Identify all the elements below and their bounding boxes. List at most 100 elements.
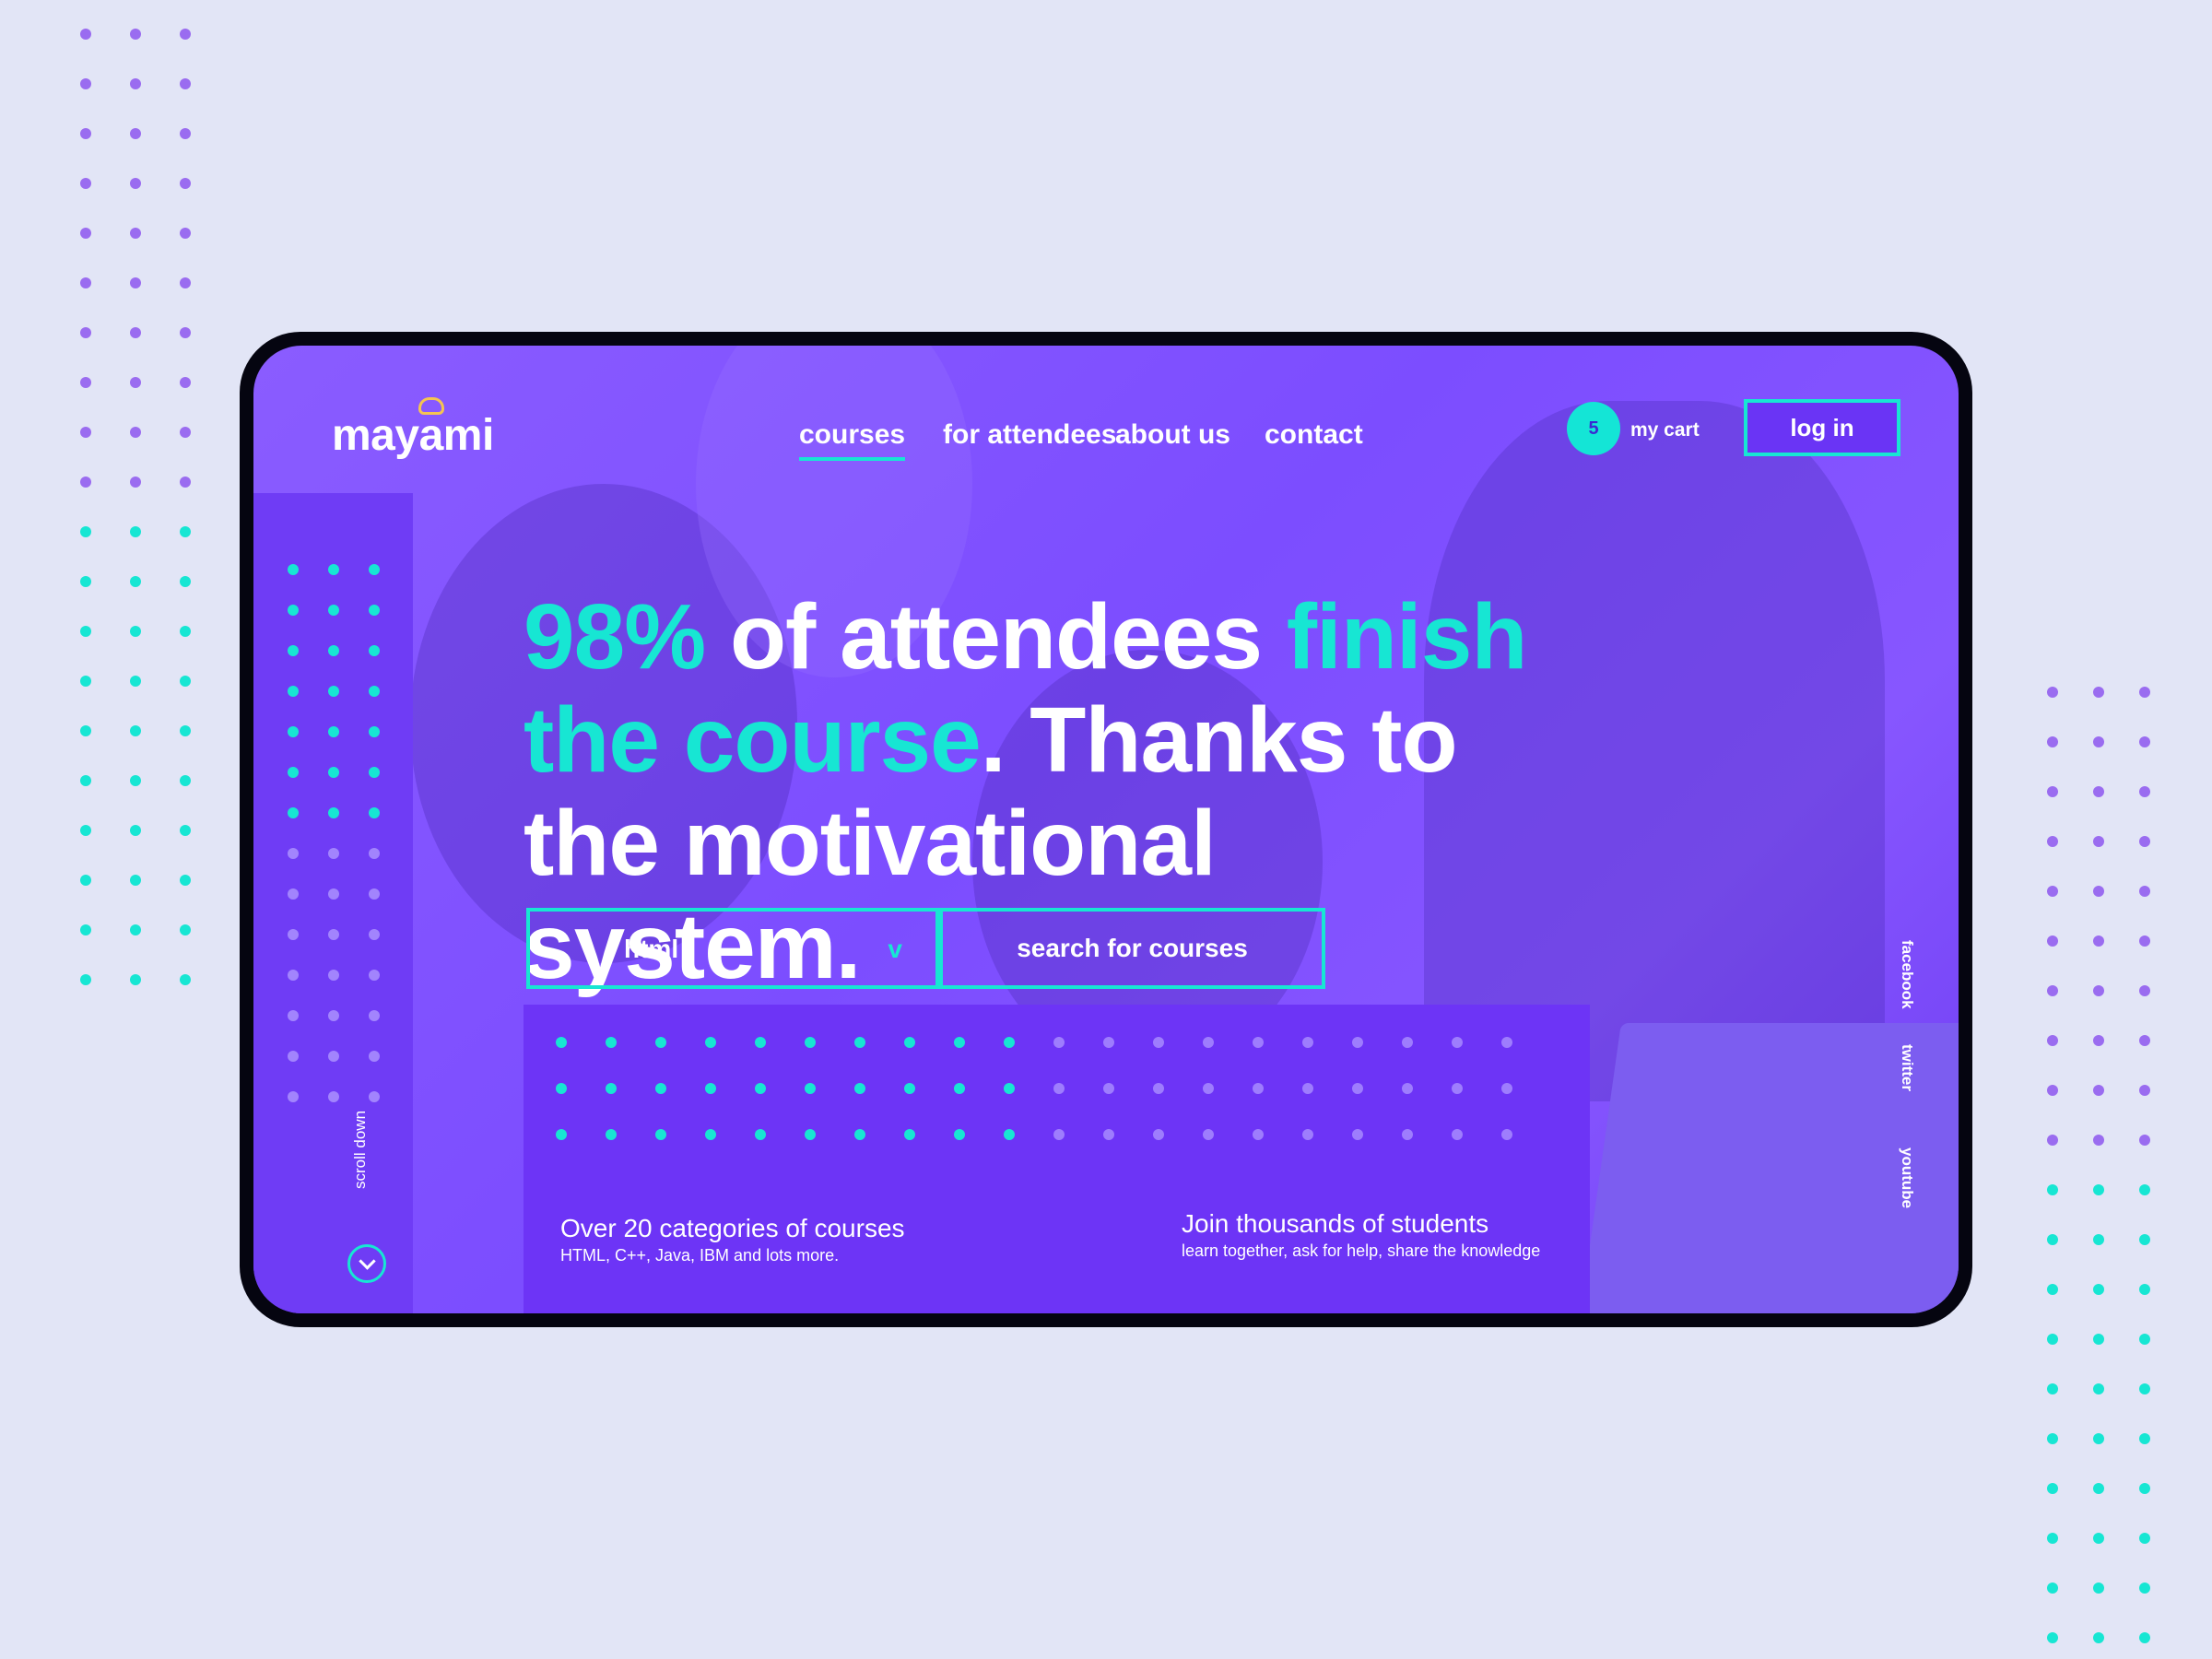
decor-dot — [755, 1129, 766, 1140]
decor-dot — [556, 1083, 567, 1094]
decor-dot — [180, 78, 191, 89]
info-students-subtitle: learn together, ask for help, share the … — [1182, 1241, 1541, 1260]
decor-dot — [1004, 1037, 1015, 1048]
decor-dot — [1153, 1129, 1164, 1140]
decor-dot — [2047, 1533, 2058, 1544]
info-students-title: Join thousands of students — [1182, 1209, 1489, 1238]
decor-dot — [705, 1037, 716, 1048]
cart-link[interactable]: my cart — [1630, 419, 1700, 441]
decor-dot — [1253, 1129, 1264, 1140]
decor-dot — [904, 1037, 915, 1048]
decor-dot — [288, 645, 299, 656]
decor-dot — [80, 377, 91, 388]
cloud-icon — [418, 397, 444, 415]
decor-dot — [1302, 1037, 1313, 1048]
decor-dot — [2093, 886, 2104, 897]
web-screen: mayami courses for attendees about us co… — [253, 346, 1959, 1313]
social-facebook-link[interactable]: facebook — [1898, 940, 1916, 1009]
decor-dot — [80, 825, 91, 836]
decor-dot — [328, 564, 339, 575]
decor-dot — [1053, 1037, 1065, 1048]
decor-dot — [2093, 1383, 2104, 1394]
decor-dot — [2093, 1583, 2104, 1594]
info-panel: Over 20 categories of courses HTML, C++,… — [524, 1005, 1590, 1313]
decor-dot — [328, 929, 339, 940]
decor-dot — [328, 848, 339, 859]
decor-dot — [180, 576, 191, 587]
decor-dot — [288, 686, 299, 697]
decor-dot — [130, 974, 141, 985]
decor-dot — [180, 526, 191, 537]
decor-dot — [130, 377, 141, 388]
nav-item-courses[interactable]: courses — [799, 419, 906, 461]
decor-dot — [130, 477, 141, 488]
decor-dot — [2093, 736, 2104, 747]
scroll-down-button[interactable] — [347, 1244, 386, 1283]
decor-dot — [2047, 1483, 2058, 1494]
decor-dot — [130, 576, 141, 587]
headline-text-1: of attendees — [705, 585, 1287, 688]
decor-dot — [705, 1083, 716, 1094]
decor-dot — [2093, 1085, 2104, 1096]
nav-item-contact[interactable]: contact — [1265, 419, 1363, 451]
decor-dot — [606, 1083, 617, 1094]
decor-dot — [755, 1037, 766, 1048]
scroll-down-label[interactable]: scroll down — [351, 1111, 370, 1189]
decor-dot — [1302, 1083, 1313, 1094]
decor-dot — [369, 929, 380, 940]
decor-dot — [2139, 1334, 2150, 1345]
decor-dot — [80, 576, 91, 587]
decor-dot — [1452, 1129, 1463, 1140]
decor-dot — [2047, 1035, 2058, 1046]
decor-dot — [130, 228, 141, 239]
decor-dot — [180, 725, 191, 736]
decor-dot — [80, 427, 91, 438]
decor-dot — [2093, 1334, 2104, 1345]
social-youtube-link[interactable]: youtube — [1898, 1147, 1916, 1208]
search-courses-button[interactable]: search for courses — [939, 908, 1325, 989]
decor-dot — [2093, 985, 2104, 996]
decor-dot — [288, 1051, 299, 1062]
decor-dot — [369, 726, 380, 737]
decor-dot — [180, 775, 191, 786]
decor-dot — [180, 377, 191, 388]
cart-count-badge[interactable]: 5 — [1567, 402, 1620, 455]
decor-dot — [2139, 786, 2150, 797]
decor-dot — [80, 526, 91, 537]
decor-dot — [1402, 1083, 1413, 1094]
brand-logo[interactable]: mayami — [332, 397, 494, 461]
decor-dot — [328, 970, 339, 981]
decor-dot — [180, 277, 191, 288]
nav-item-for-attendees[interactable]: for attendees — [943, 419, 1116, 451]
decor-dot — [2093, 836, 2104, 847]
decor-dot — [2093, 786, 2104, 797]
decor-dot — [2139, 1632, 2150, 1643]
decor-dot — [1352, 1083, 1363, 1094]
decor-dot — [2047, 736, 2058, 747]
decor-dot — [130, 725, 141, 736]
decor-dot — [556, 1037, 567, 1048]
decor-dot — [1352, 1037, 1363, 1048]
decor-dot — [805, 1129, 816, 1140]
decor-dot — [2093, 1234, 2104, 1245]
decor-dot — [130, 924, 141, 935]
device-frame: mayami courses for attendees about us co… — [240, 332, 1972, 1327]
decor-dot — [180, 676, 191, 687]
decor-dot — [2093, 1433, 2104, 1444]
decor-dot — [369, 1051, 380, 1062]
decor-dot — [1203, 1129, 1214, 1140]
decor-dot — [2139, 1135, 2150, 1146]
decor-dot — [2093, 935, 2104, 947]
decor-dot — [2139, 1085, 2150, 1096]
decor-dot — [805, 1083, 816, 1094]
nav-item-about-us[interactable]: about us — [1115, 419, 1230, 451]
decor-dot — [180, 228, 191, 239]
login-button[interactable]: log in — [1744, 399, 1900, 456]
decor-dot — [1153, 1037, 1164, 1048]
decor-dot — [2139, 687, 2150, 698]
category-select[interactable]: html v — [526, 908, 939, 989]
decor-dot — [180, 327, 191, 338]
social-twitter-link[interactable]: twitter — [1898, 1044, 1916, 1091]
decor-dot — [655, 1037, 666, 1048]
decor-dot — [369, 970, 380, 981]
